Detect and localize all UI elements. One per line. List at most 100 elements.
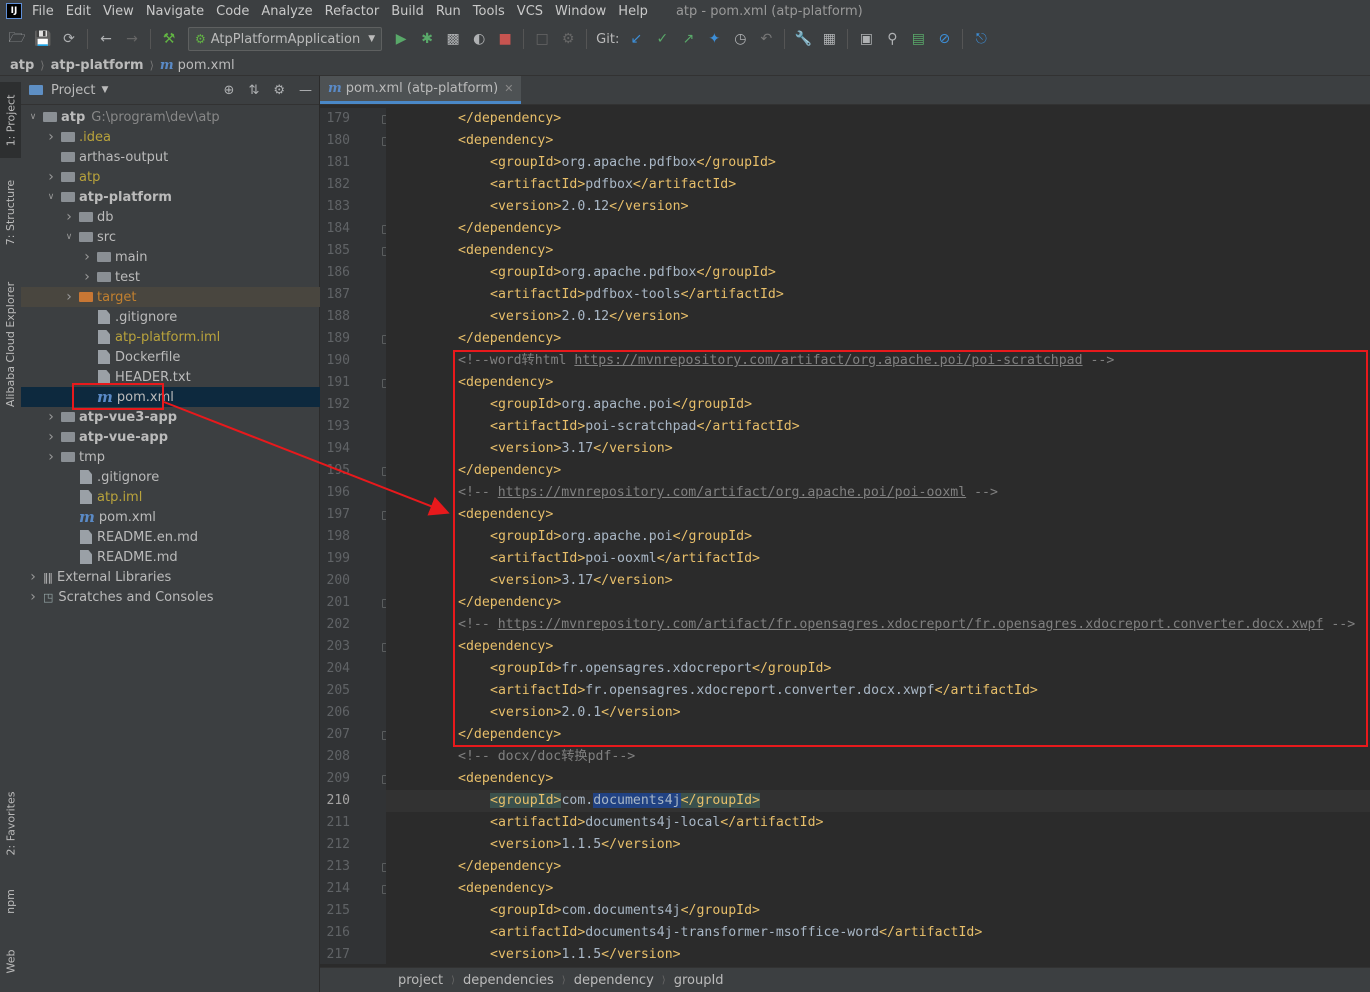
code-line[interactable]: <dependency> [386,504,1370,526]
xml-path-dependency[interactable]: dependency [574,973,654,988]
menu-build[interactable]: Build [391,4,424,19]
code-line[interactable]: <groupId>org.apache.pdfbox</groupId> [386,262,1370,284]
code-line[interactable]: <groupId>com.documents4j</groupId> [386,900,1370,922]
code-line[interactable]: <artifactId>poi-ooxml</artifactId> [386,548,1370,570]
menu-run[interactable]: Run [436,4,461,19]
code-line[interactable]: <version>1.1.5</version> [386,834,1370,856]
tree-item-idea[interactable]: › .idea [21,127,343,147]
breadcrumb-item-atp[interactable]: atp [10,58,34,73]
tool-tab-project[interactable]: 1: Project [0,82,21,158]
tool-tab-npm[interactable]: npm [0,876,21,926]
code-link[interactable]: https://mvnrepository.com/artifact/org.a… [498,485,966,500]
git-push-icon[interactable]: ↗ [677,28,699,50]
tree-item-arthas-output[interactable]: arthas-output [21,147,343,167]
tool-tab-alibaba-cloud-explorer[interactable]: Alibaba Cloud Explorer [0,270,21,418]
tool-tab-web[interactable]: Web [0,936,21,986]
code-line[interactable]: <!-- https://mvnrepository.com/artifact/… [386,614,1370,636]
breadcrumb-item-pom[interactable]: pom.xml [178,58,235,73]
forward-icon[interactable]: → [121,28,143,50]
sync-icon[interactable]: ⟳ [58,28,80,50]
chevron-down-icon[interactable]: ∨ [45,192,57,202]
tree-item-atp-vue3-app[interactable]: › atp-vue3-app [21,407,343,427]
open-folder-icon[interactable]: 🗁 [6,28,28,50]
code-line[interactable]: <groupId>org.apache.poi</groupId> [386,526,1370,548]
menu-file[interactable]: File [32,4,54,19]
code-line[interactable]: <version>1.1.5</version> [386,944,1370,964]
git-rollback-icon[interactable]: ↶ [755,28,777,50]
menu-code[interactable]: Code [216,4,249,19]
tree-item-atp-platform[interactable]: ∨ atp-platform [21,187,343,207]
code-line[interactable]: <version>3.17</version> [386,570,1370,592]
tree-item-src[interactable]: ∨ src [21,227,361,247]
code-line[interactable]: <dependency> [386,130,1370,152]
code-line[interactable]: <artifactId>poi-scratchpad</artifactId> [386,416,1370,438]
code-line[interactable]: <groupId>com.documents4j</groupId> [386,790,1370,812]
code-line[interactable]: </dependency> [386,724,1370,746]
project-structure-icon[interactable]: ▦ [818,28,840,50]
code-line[interactable]: </dependency> [386,328,1370,350]
code-line[interactable]: <artifactId>fr.opensagres.xdocreport.con… [386,680,1370,702]
code-line[interactable]: <!-- https://mvnrepository.com/artifact/… [386,482,1370,504]
terminal-icon[interactable]: ▣ [855,28,877,50]
profile-icon[interactable]: ◐ [468,28,490,50]
collapse-all-icon[interactable]: ⇅ [248,83,259,98]
git-update-icon[interactable]: ↙ [625,28,647,50]
chevron-right-icon[interactable]: › [27,589,39,605]
code-link[interactable]: https://mvnrepository.com/artifact/fr.op… [498,617,1324,632]
tree-item-readme-en-md[interactable]: README.en.md [21,527,361,547]
git-fetch-icon[interactable]: ✦ [703,28,725,50]
chevron-right-icon[interactable]: › [81,249,93,265]
back-icon[interactable]: ← [95,28,117,50]
search-icon[interactable]: ⚲ [881,28,903,50]
tree-item-readme-md[interactable]: README.md [21,547,361,567]
chevron-down-icon[interactable]: ∨ [27,112,39,122]
code-line[interactable]: <groupId>fr.opensagres.xdocreport</group… [386,658,1370,680]
tree-item-atp-vue-app[interactable]: › atp-vue-app [21,427,343,447]
xml-path-dependencies[interactable]: dependencies [463,973,554,988]
chevron-right-icon[interactable]: › [45,409,57,425]
run-configuration-select[interactable]: ⚙ AtpPlatformApplication ▼ [188,27,383,51]
chevron-right-icon[interactable]: › [63,209,75,225]
code-line[interactable]: <artifactId>pdfbox</artifactId> [386,174,1370,196]
code-line[interactable]: <dependency> [386,372,1370,394]
code-line[interactable]: <groupId>org.apache.pdfbox</groupId> [386,152,1370,174]
tree-item-scratches-and-consoles[interactable]: › ◳ Scratches and Consoles [21,587,325,607]
code-editor[interactable]: </dependency> <dependency> <groupId>org.ap… [386,108,1370,964]
chevron-right-icon[interactable]: › [63,289,75,305]
menu-edit[interactable]: Edit [66,4,91,19]
project-view-selector[interactable]: Project [51,83,95,98]
code-line[interactable]: </dependency> [386,460,1370,482]
debug-icon[interactable]: ✱ [416,28,438,50]
code-line[interactable]: </dependency> [386,856,1370,878]
attach-debugger-icon[interactable]: □ [531,28,553,50]
chevron-right-icon[interactable]: › [45,429,57,445]
coverage-icon[interactable]: ▩ [442,28,464,50]
tree-item-db[interactable]: › db [21,207,361,227]
git-commit-icon[interactable]: ✓ [651,28,673,50]
no-entry-icon[interactable]: ⊘ [933,28,955,50]
menu-tools[interactable]: Tools [473,4,505,19]
tree-item-atp[interactable]: ∨ atp G:\program\dev\atp [21,107,325,127]
xml-path-groupid[interactable]: groupId [674,973,724,988]
locate-file-icon[interactable]: ⊕ [224,83,235,98]
hotswap-icon[interactable]: ⚙ [557,28,579,50]
code-line[interactable]: <version>2.0.1</version> [386,702,1370,724]
menu-analyze[interactable]: Analyze [261,4,312,19]
build-hammer-icon[interactable]: ⚒ [158,28,180,50]
tree-item-tmp[interactable]: › tmp [21,447,343,467]
code-line[interactable]: <!--word转html https://mvnrepository.com/… [386,350,1370,372]
tree-item-gitignore[interactable]: .gitignore [21,467,361,487]
code-line[interactable]: <dependency> [386,878,1370,900]
chevron-right-icon[interactable]: › [27,569,39,585]
menu-refactor[interactable]: Refactor [325,4,380,19]
code-line[interactable]: <dependency> [386,240,1370,262]
breadcrumb-item-atp-platform[interactable]: atp-platform [51,58,144,73]
chevron-right-icon[interactable]: › [45,169,57,185]
git-history-icon[interactable]: ◷ [729,28,751,50]
chevron-right-icon[interactable]: › [81,269,93,285]
chevron-down-icon[interactable]: ▼ [101,85,108,95]
tree-item-pom-xml[interactable]: m pom.xml [21,507,361,527]
run-icon[interactable]: ▶ [390,28,412,50]
code-line[interactable]: <artifactId>pdfbox-tools</artifactId> [386,284,1370,306]
code-line[interactable]: </dependency> [386,592,1370,614]
